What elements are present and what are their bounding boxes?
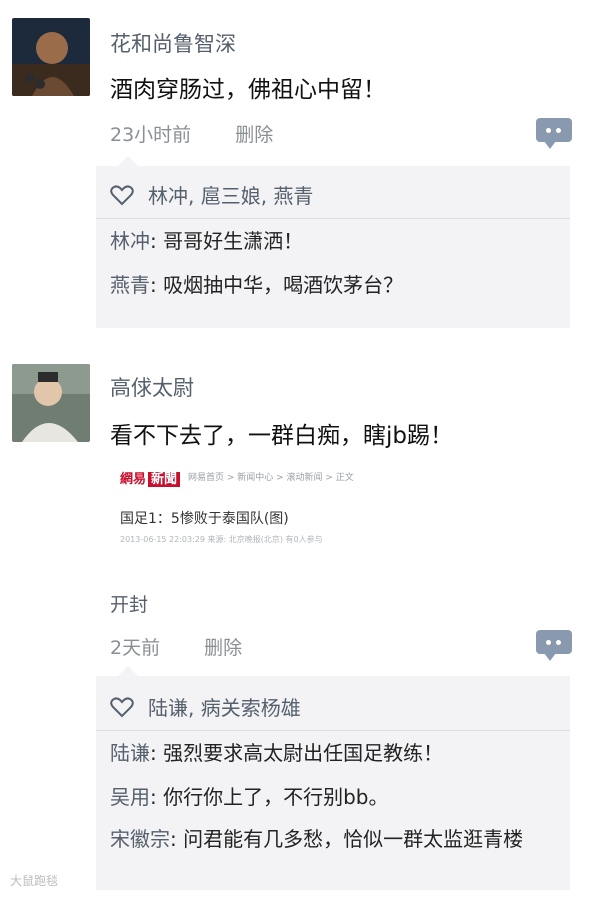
heart-outline-icon (110, 184, 136, 211)
post-meta: 2天前 删除 (110, 633, 242, 660)
post-time: 23小时前 (110, 124, 192, 146)
netease-logo: 網易 新聞 (120, 468, 181, 487)
reply-text: : 你行你上了，不行别bb。 (150, 785, 389, 809)
reply-author[interactable]: 宋徽宗 (110, 827, 170, 851)
post-author[interactable]: 花和尚鲁智深 (110, 28, 236, 58)
post-location[interactable]: 开封 (110, 590, 148, 617)
likes-row: 陆谦, 病关索杨雄 (110, 692, 301, 723)
reply-text: : 哥哥好生潇洒！ (150, 229, 304, 253)
reply-text: : 强烈要求高太尉出任国足教练！ (150, 741, 444, 765)
comment-bubble-icon[interactable] (536, 118, 572, 149)
watermark: 大鼠跑毯 (10, 874, 59, 888)
delete-button[interactable]: 删除 (204, 637, 242, 659)
post-author[interactable]: 高俅太尉 (110, 372, 194, 402)
article-breadcrumb: 网易首页 > 新闻中心 > 滚动新闻 > 正文 (188, 473, 354, 483)
post-text: 看不下去了，一群白痴，瞎jb踢！ (110, 423, 453, 449)
post-text: 酒肉穿肠过，佛祖心中留！ (110, 77, 386, 103)
likes-row: 林冲, 扈三娘, 燕青 (110, 180, 313, 211)
reply-text: : 吸烟抽中华，喝酒饮茅台？ (150, 273, 404, 297)
reply-text: : 问君能有几多愁，恰似一群太监逛青楼 (170, 827, 524, 851)
likes-names[interactable]: 林冲, 扈三娘, 燕青 (148, 184, 313, 208)
delete-button[interactable]: 删除 (235, 124, 273, 146)
post-meta: 23小时前 删除 (110, 120, 273, 147)
article-title: 国足1：5惨败于泰国队(图) (120, 511, 289, 527)
reply-author[interactable]: 陆谦 (110, 741, 150, 765)
reply-item[interactable]: 燕青: 吸烟抽中华，喝酒饮茅台？ (110, 270, 560, 300)
reply-author[interactable]: 吴用 (110, 785, 150, 809)
article-meta: 2013-06-15 22:03:29 来源: 北京晚报(北京) 有0人参与 (120, 535, 323, 544)
post-time: 2天前 (110, 637, 161, 659)
likes-comments-panel: 林冲, 扈三娘, 燕青 林冲: 哥哥好生潇洒！ 燕青: 吸烟抽中华，喝酒饮茅台？ (96, 156, 570, 328)
heart-outline-icon (110, 696, 136, 723)
shared-article-card[interactable]: 網易 新聞 网易首页 > 新闻中心 > 滚动新闻 > 正文 国足1：5惨败于泰国队… (110, 462, 550, 552)
reply-item[interactable]: 宋徽宗: 问君能有几多愁，恰似一群太监逛青楼 (110, 824, 560, 854)
likes-comments-panel: 陆谦, 病关索杨雄 陆谦: 强烈要求高太尉出任国足教练！ 吴用: 你行你上了，不… (96, 666, 570, 890)
divider (96, 730, 570, 731)
reply-item[interactable]: 吴用: 你行你上了，不行别bb。 (110, 782, 560, 812)
reply-author[interactable]: 燕青 (110, 273, 150, 297)
avatar-gaoqiu[interactable] (12, 364, 90, 442)
comment-bubble-icon[interactable] (536, 630, 572, 661)
divider (96, 218, 570, 219)
likes-names[interactable]: 陆谦, 病关索杨雄 (148, 696, 301, 720)
reply-author[interactable]: 林冲 (110, 229, 150, 253)
reply-item[interactable]: 陆谦: 强烈要求高太尉出任国足教练！ (110, 738, 560, 768)
avatar-luzhishen[interactable] (12, 18, 90, 96)
reply-item[interactable]: 林冲: 哥哥好生潇洒！ (110, 226, 560, 256)
